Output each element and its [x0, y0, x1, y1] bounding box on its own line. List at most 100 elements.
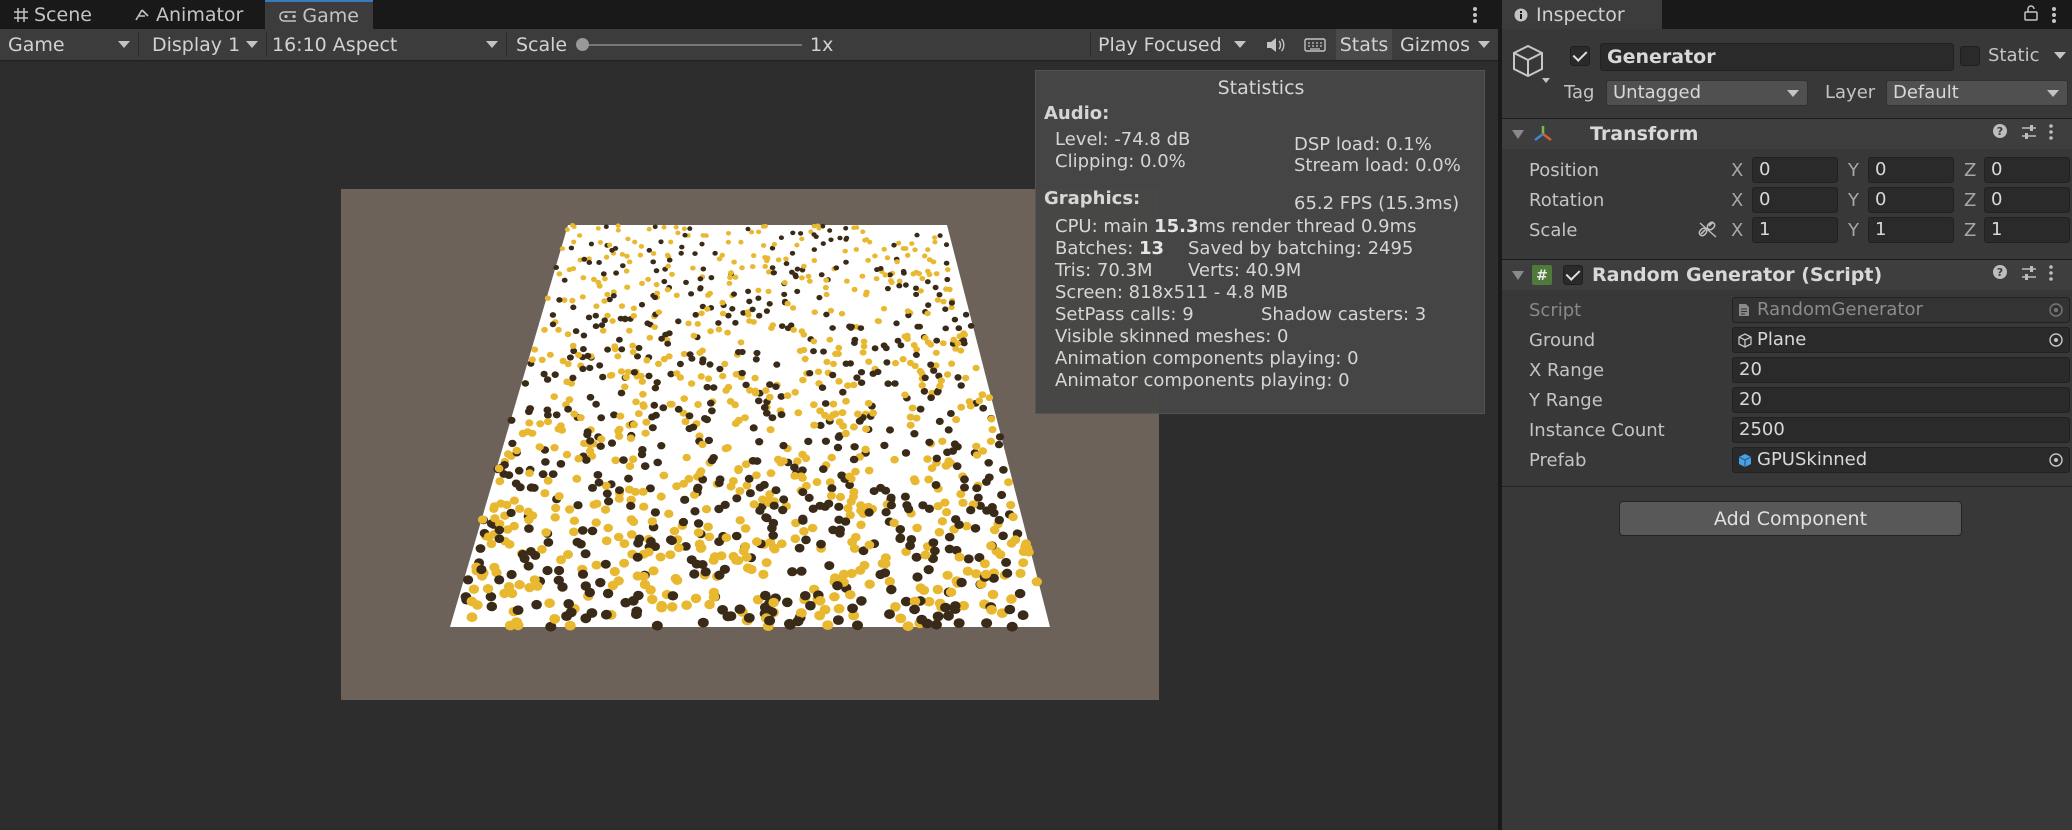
gpu-skinned-instance: [998, 531, 1008, 541]
gpu-skinned-instance: [535, 443, 544, 451]
gpu-skinned-instance: [749, 306, 756, 313]
tab-scene[interactable]: Scene: [0, 0, 106, 29]
gpu-skinned-instance: [869, 370, 877, 377]
gameobject-cube-icon[interactable]: [1512, 42, 1554, 91]
gpu-skinned-instance: [923, 565, 934, 575]
y-range-field[interactable]: 20: [1732, 387, 2070, 413]
gpu-skinned-instance: [732, 319, 739, 326]
gpu-skinned-instance: [538, 470, 548, 479]
presets-icon[interactable]: [2020, 264, 2038, 286]
inspector-panel: Inspector Generator Static Tag Untagged …: [1502, 0, 2072, 830]
foldout-arrow-icon[interactable]: [1512, 271, 1524, 280]
gpu-skinned-instance: [994, 515, 1004, 525]
gpu-skinned-instance: [794, 409, 803, 417]
script-enabled-toggle[interactable]: [1563, 265, 1583, 285]
gpu-skinned-instance: [591, 560, 602, 570]
tab-game[interactable]: Game: [265, 0, 373, 29]
x-range-field[interactable]: 20: [1732, 357, 2070, 383]
stats-toggle[interactable]: Stats: [1336, 29, 1392, 60]
rotation-x-field[interactable]: 0: [1752, 187, 1838, 213]
stats-stream-load: Stream load: 0.0%: [1294, 155, 1461, 176]
gpu-skinned-instance: [735, 516, 745, 525]
prefab-object-field[interactable]: GPUSkinned: [1732, 447, 2070, 473]
gpu-skinned-instance: [647, 517, 657, 526]
tag-dropdown[interactable]: Untagged: [1606, 80, 1808, 106]
gpu-skinned-instance: [586, 393, 595, 401]
gpu-skinned-instance: [571, 224, 577, 230]
kebab-menu-icon[interactable]: [2048, 123, 2054, 145]
gpu-skinned-instance: [658, 335, 665, 342]
play-mode-dropdown[interactable]: Play Focused: [1092, 29, 1254, 60]
static-toggle[interactable]: [1960, 46, 1980, 66]
scale-z-field[interactable]: 1: [1984, 217, 2070, 243]
kebab-menu-icon[interactable]: [2050, 5, 2058, 30]
aspect-dropdown[interactable]: 16:10 Aspect: [268, 29, 506, 60]
gpu-skinned-instance: [571, 239, 577, 245]
rotation-z-field[interactable]: 0: [1984, 187, 2070, 213]
foldout-arrow-icon[interactable]: [1512, 130, 1524, 139]
gpu-skinned-instance: [664, 509, 674, 518]
chevron-down-icon: [486, 41, 498, 48]
gpu-skinned-instance: [527, 511, 538, 520]
view-mode-dropdown[interactable]: Game: [0, 29, 138, 60]
position-y-field[interactable]: 0: [1868, 157, 1954, 183]
presets-icon[interactable]: [2020, 123, 2038, 145]
constrain-proportions-icon[interactable]: [1698, 221, 1718, 244]
position-x-field[interactable]: 0: [1752, 157, 1838, 183]
gpu-skinned-instance: [685, 320, 692, 327]
gpu-skinned-instance: [592, 400, 600, 408]
lock-icon[interactable]: [2024, 5, 2038, 26]
kebab-menu-icon[interactable]: [1470, 5, 1480, 25]
gpu-skinned-instance: [955, 325, 963, 332]
add-component-button[interactable]: Add Component: [1619, 501, 1962, 536]
gpu-skinned-instance: [794, 288, 801, 295]
scale-x-field[interactable]: 1: [1752, 217, 1838, 243]
gameobject-name-field[interactable]: Generator: [1600, 43, 1954, 71]
gpu-skinned-instance: [600, 271, 607, 277]
gpu-skinned-instance: [867, 239, 873, 245]
layer-dropdown[interactable]: Default: [1886, 80, 2068, 106]
gpu-skinned-instance: [494, 575, 505, 585]
keyboard-shortcuts-button[interactable]: [1298, 29, 1332, 60]
gpu-skinned-instance: [609, 247, 615, 253]
slider-knob[interactable]: [576, 38, 589, 51]
gpu-skinned-instance: [509, 496, 519, 505]
gpu-skinned-instance: [531, 346, 539, 353]
position-z-field[interactable]: 0: [1984, 157, 2070, 183]
gpu-skinned-instance: [972, 442, 981, 450]
gpu-skinned-instance: [681, 600, 692, 610]
stats-shadow-casters: Shadow casters: 3: [1261, 304, 1427, 325]
gizmos-dropdown[interactable]: Gizmos: [1396, 29, 1498, 60]
chevron-down-icon: [1478, 41, 1490, 48]
ground-object-field[interactable]: Plane: [1732, 327, 2070, 353]
gpu-skinned-instance: [701, 415, 709, 422]
gameobject-active-toggle[interactable]: [1570, 46, 1590, 66]
kebab-menu-icon[interactable]: [2048, 264, 2054, 286]
script-component-header[interactable]: # Random Generator (Script) ?: [1502, 259, 2072, 290]
gpu-skinned-instance: [596, 362, 604, 369]
object-picker-icon[interactable]: [2049, 453, 2063, 467]
gpu-skinned-instance: [650, 259, 656, 265]
tab-inspector[interactable]: Inspector: [1502, 0, 1662, 29]
gpu-skinned-instance: [538, 356, 546, 363]
mute-audio-button[interactable]: [1258, 29, 1292, 60]
help-icon[interactable]: ?: [1992, 264, 2008, 284]
object-picker-icon[interactable]: [2049, 333, 2063, 347]
scale-y-field[interactable]: 1: [1868, 217, 1954, 243]
gpu-skinned-instance: [821, 437, 830, 445]
chevron-down-icon[interactable]: [2054, 52, 2066, 59]
gpu-skinned-instance: [731, 531, 742, 541]
field-label-y-range: Y Range: [1529, 390, 1603, 411]
transform-header[interactable]: Transform ?: [1502, 118, 2072, 149]
gpu-skinned-instance: [833, 443, 843, 452]
gpu-skinned-instance: [629, 348, 637, 356]
help-icon[interactable]: ?: [1992, 123, 2008, 143]
display-dropdown[interactable]: Display 1: [140, 29, 266, 60]
gpu-skinned-instance: [822, 284, 829, 291]
rotation-y-field[interactable]: 0: [1868, 187, 1954, 213]
tab-animator[interactable]: Animator: [120, 0, 257, 29]
gpu-skinned-instance: [957, 403, 966, 411]
gpu-skinned-instance: [854, 410, 862, 418]
gpu-skinned-instance: [726, 280, 733, 286]
instance-count-field[interactable]: 2500: [1732, 417, 2070, 443]
